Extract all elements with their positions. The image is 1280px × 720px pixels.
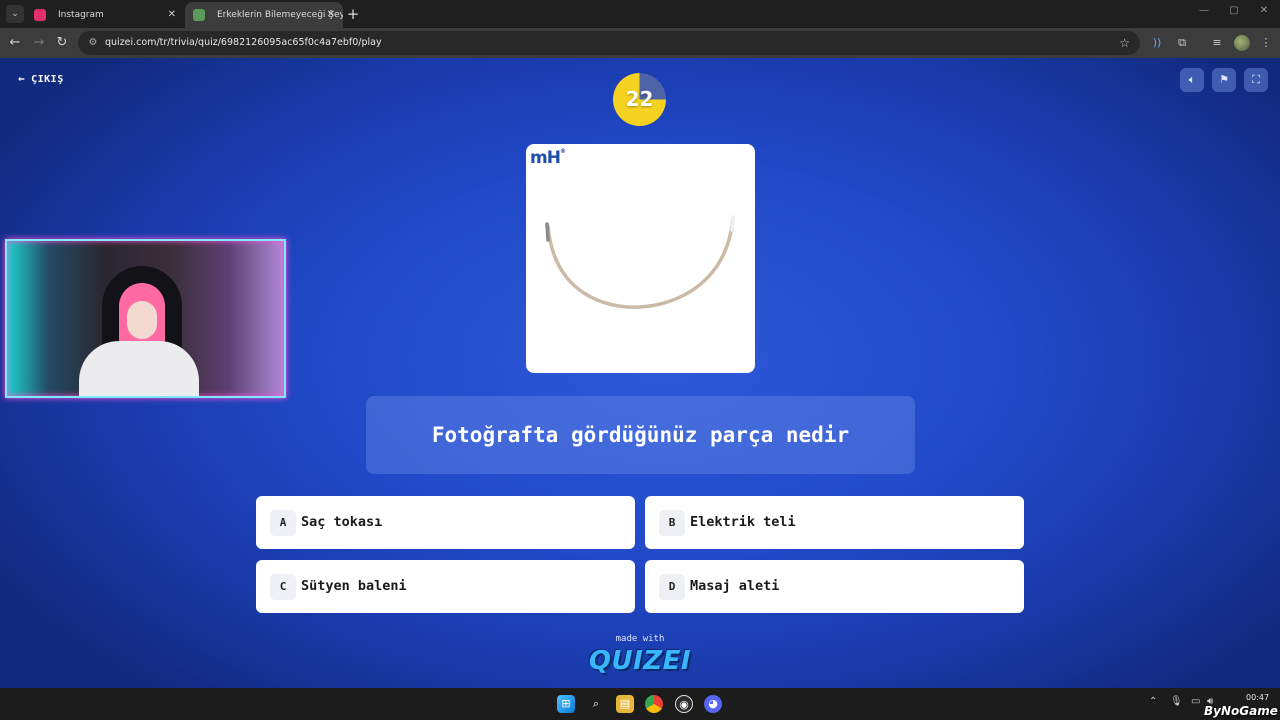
question-image: mH® [526, 144, 755, 373]
answer-option-d[interactable]: D Masaj aleti [645, 560, 1024, 613]
profile-avatar[interactable] [1234, 35, 1250, 51]
obs-icon[interactable]: ◉ [675, 695, 693, 713]
site-info-icon[interactable]: ⚙ [86, 36, 100, 50]
channel-watermark: ByNoGame [1204, 704, 1278, 718]
chrome-icon[interactable] [645, 695, 663, 713]
webcam-streamer-body [79, 341, 199, 396]
quizei-logo[interactable]: QUIZEI [0, 646, 1280, 676]
answer-letter: A [270, 510, 296, 536]
exit-button[interactable]: ← ÇIKIŞ [18, 72, 64, 85]
timer-value: 22 [625, 87, 654, 111]
media-icon[interactable]: )) [1149, 35, 1165, 51]
reload-icon[interactable]: ↻ [53, 34, 71, 52]
answer-label: Elektrik teli [690, 514, 796, 530]
file-explorer-icon[interactable]: ▤ [616, 695, 634, 713]
address-bar[interactable]: ⚙ quizei.com/tr/trivia/quiz/6982126095ac… [78, 31, 1140, 55]
countdown-timer: 22 [613, 73, 666, 126]
clock-time[interactable]: 00:47 [1246, 693, 1269, 702]
bookmark-star-icon[interactable]: ☆ [1119, 31, 1130, 55]
answer-label: Saç tokası [301, 514, 383, 530]
microphone-icon[interactable]: 🎙︎ [1170, 696, 1183, 707]
underwire-image [545, 215, 735, 309]
made-with-text: made with [615, 634, 665, 644]
minimize-icon[interactable]: — [1197, 5, 1211, 16]
network-icon[interactable]: ▭ [1191, 696, 1200, 707]
maximize-icon[interactable]: ▢ [1227, 5, 1241, 16]
tab-instagram[interactable]: Instagram ✕ [26, 2, 184, 28]
browser-tab-bar: ⌄ Instagram ✕ Erkeklerin Bilemeyeceği Şe… [0, 0, 1280, 28]
fullscreen-icon: ⛶ [1252, 73, 1260, 86]
answer-label: Masaj aleti [690, 578, 780, 594]
answer-letter: B [659, 510, 685, 536]
report-button[interactable]: ⚑ [1212, 68, 1236, 92]
answer-letter: D [659, 574, 685, 600]
instagram-favicon-icon [34, 9, 46, 21]
answer-letter: C [270, 574, 296, 600]
answer-label: Sütyen baleni [301, 578, 407, 594]
discord-icon[interactable]: ◕ [704, 695, 722, 713]
extensions-icon[interactable]: ⧉ [1174, 35, 1190, 51]
webcam-streamer-face [127, 301, 157, 339]
window-close-icon[interactable]: ✕ [1257, 5, 1271, 16]
answer-option-b[interactable]: B Elektrik teli [645, 496, 1024, 549]
sound-button[interactable]: 🔈︎ [1180, 68, 1204, 92]
fullscreen-button[interactable]: ⛶ [1244, 68, 1268, 92]
exit-label: ÇIKIŞ [31, 74, 64, 85]
tab-title: Erkeklerin Bilemeyeceği Şeyler [217, 10, 343, 20]
webcam-overlay [5, 239, 286, 398]
answer-option-c[interactable]: C Sütyen baleni [256, 560, 635, 613]
windows-start-icon[interactable]: ⊞ [557, 695, 575, 713]
search-icon[interactable]: ⌕ [587, 695, 605, 713]
close-tab-icon[interactable]: ✕ [168, 2, 176, 28]
menu-icon[interactable]: ⋮ [1258, 35, 1274, 51]
quizei-favicon-icon [193, 9, 205, 21]
tray-chevron-icon[interactable]: ⌃ [1149, 696, 1157, 707]
answer-option-a[interactable]: A Saç tokası [256, 496, 635, 549]
question-text: Fotoğrafta gördüğünüz parça nedir [366, 396, 915, 474]
new-tab-icon[interactable]: + [346, 3, 360, 25]
os-taskbar: ⊞ ⌕ ▤ ◉ ◕ ⌃ 🎙︎ ▭ 🔊︎ 00:47 [0, 688, 1280, 720]
forward-icon[interactable]: → [30, 34, 48, 52]
url-text: quizei.com/tr/trivia/quiz/6982126095ac65… [105, 37, 382, 48]
tab-title: Instagram [58, 10, 104, 20]
tab-search-icon[interactable]: ⌄ [6, 5, 24, 23]
tab-quiz[interactable]: Erkeklerin Bilemeyeceği Şeyler ✕ [185, 2, 343, 28]
back-icon[interactable]: ← [6, 34, 24, 52]
close-tab-icon[interactable]: ✕ [327, 2, 335, 28]
flag-icon: ⚑ [1219, 73, 1229, 86]
browser-toolbar: ← → ↻ ⚙ quizei.com/tr/trivia/quiz/698212… [0, 28, 1280, 58]
speaker-icon: 🔈︎ [1188, 73, 1196, 86]
reading-list-icon[interactable]: ≡ [1209, 35, 1225, 51]
arrow-left-icon: ← [18, 72, 26, 85]
